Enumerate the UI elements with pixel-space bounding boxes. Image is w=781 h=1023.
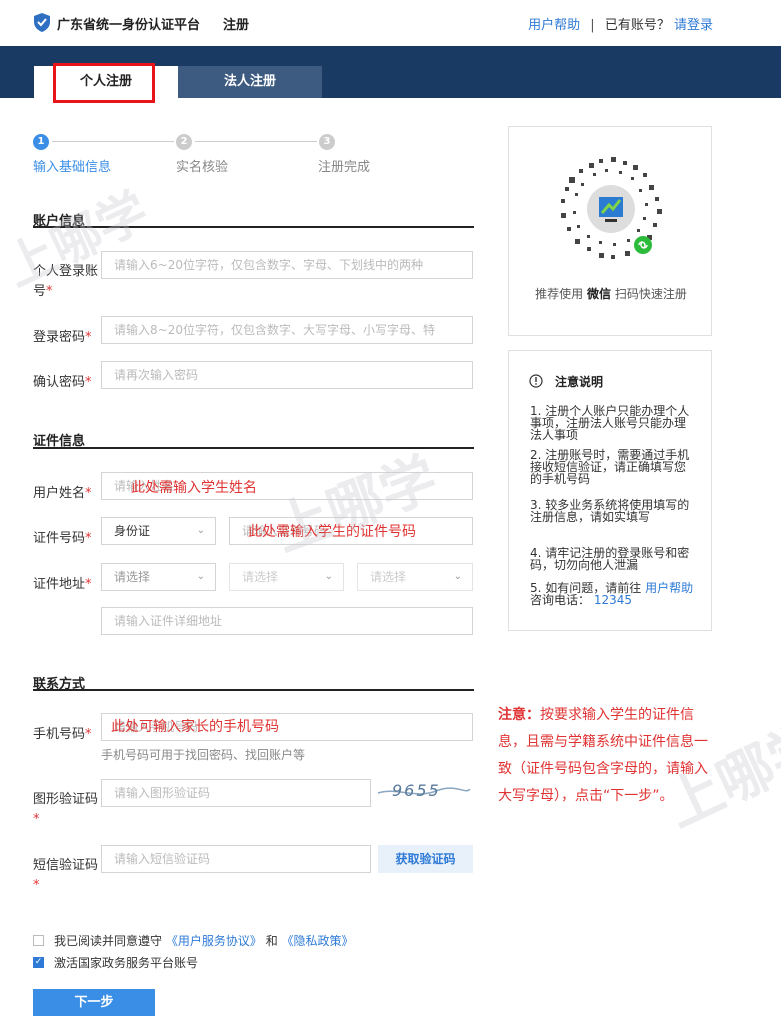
- login-link[interactable]: 请登录: [674, 18, 713, 33]
- address-detail-input[interactable]: 请输入证件详细地址: [101, 607, 473, 635]
- service-agreement-link[interactable]: 《用户服务协议》: [166, 934, 262, 948]
- step-1-label: 输入基础信息: [33, 160, 112, 175]
- agree-text: 我已阅读并同意遵守 《用户服务协议》 和 《隐私政策》: [54, 934, 354, 948]
- step-connector: [52, 141, 174, 142]
- privacy-policy-link[interactable]: 《隐私政策》: [282, 934, 354, 948]
- note-item-3: 3. 较多业务系统将使用填写的注册信息，请如实填写: [530, 498, 690, 524]
- sms-code-input[interactable]: 请输入短信验证码: [101, 845, 371, 873]
- captcha-image[interactable]: 9655: [376, 779, 472, 805]
- user-name-annotation: 此处需输入学生姓名: [131, 480, 257, 496]
- qr-caption: 推荐使用 微信 扫码快速注册: [535, 287, 687, 301]
- step-2-label: 实名核验: [176, 160, 229, 175]
- captcha-text: 9655: [392, 781, 441, 800]
- help-link[interactable]: 用户帮助: [645, 581, 693, 595]
- section-divider: [33, 447, 474, 449]
- captcha-input[interactable]: 请输入图形验证码: [101, 779, 371, 807]
- page-subtitle: 注册: [223, 18, 250, 33]
- step-3-label: 注册完成: [318, 160, 371, 175]
- sms-label: 短信验证码 *: [33, 858, 99, 893]
- city-select[interactable]: 请选择 ⌄: [229, 563, 344, 591]
- cert-address-label: 证件地址*: [33, 577, 92, 592]
- note-item-1: 1. 注册个人账户只能办理个人事项，注册法人账号只能办理法人事项: [530, 404, 690, 442]
- red-annotation-note: 注意：按要求输入学生的证件信息，且需与学籍系统中证件信息一致（证件号码包含字母的…: [498, 707, 708, 804]
- step-connector: [195, 141, 317, 142]
- cert-number-annotation: 此处需输入学生的证件号码: [248, 524, 416, 540]
- activate-text: 激活国家政务服务平台账号: [54, 956, 199, 970]
- user-help-link[interactable]: 用户帮助: [528, 18, 580, 33]
- info-icon: [529, 374, 543, 388]
- password-label: 登录密码*: [33, 330, 92, 345]
- top-header: 广东省统一身份认证平台 注册 用户帮助 | 已有账号？ 请登录: [0, 0, 781, 46]
- district-select[interactable]: 请选择 ⌄: [357, 563, 473, 591]
- login-account-label: 个人登录账号*: [33, 264, 99, 299]
- section-divider: [33, 226, 474, 228]
- phone-annotation: 此处可输入家长的手机号码: [111, 719, 279, 735]
- hotline-number: 12345: [593, 593, 633, 607]
- shield-logo-icon: [34, 13, 50, 32]
- note-item-2: 2. 注册账号时，需要通过手机接收短信验证，请正确填写您的手机号码: [530, 448, 690, 486]
- step-2-circle: 2: [176, 134, 192, 150]
- next-step-button[interactable]: 下一步: [33, 989, 155, 1016]
- cert-type-select[interactable]: 身份证 ⌄: [101, 517, 216, 545]
- captcha-label: 图形验证码 *: [33, 792, 99, 827]
- chevron-down-icon: ⌄: [196, 525, 205, 536]
- phone-hint: 手机号码可用于找回密码、找回账户等: [101, 748, 306, 762]
- platform-title: 广东省统一身份认证平台: [57, 18, 201, 33]
- agree-checkbox[interactable]: [33, 935, 44, 946]
- note-item-5: 5. 如有问题，请前往 用户帮助 咨询电话： 12345: [530, 581, 694, 607]
- confirm-password-label: 确认密码*: [33, 375, 92, 390]
- step-1-circle: 1: [33, 134, 49, 150]
- watermark: 上哪学: [265, 445, 446, 565]
- chevron-down-icon: ⌄: [196, 571, 205, 582]
- header-separator: |: [590, 18, 595, 33]
- step-3-circle: 3: [319, 134, 335, 150]
- header-right: 用户帮助 | 已有账号？ 请登录: [528, 14, 713, 33]
- user-name-label: 用户姓名*: [33, 486, 92, 501]
- login-account-input[interactable]: 请输入6~20位字符，仅包含数字、字母、下划线中的两种: [101, 251, 473, 279]
- qr-panel: 推荐使用 微信 扫码快速注册: [508, 126, 712, 336]
- password-input[interactable]: 请输入8~20位字符，仅包含数字、大写字母、小写字母、特: [101, 316, 473, 344]
- highlight-box: [53, 63, 155, 103]
- tab-legal-register[interactable]: 法人注册: [178, 66, 322, 98]
- province-select[interactable]: 请选择 ⌄: [101, 563, 216, 591]
- cert-number-label: 证件号码*: [33, 531, 92, 546]
- section-divider: [33, 689, 474, 691]
- confirm-password-input[interactable]: 请再次输入密码: [101, 361, 473, 389]
- chevron-down-icon: ⌄: [453, 571, 462, 582]
- chevron-down-icon: ⌄: [324, 571, 333, 582]
- have-account-text: 已有账号？: [604, 18, 670, 33]
- note-item-4: 4. 请牢记注册的登录账号和密码，切勿向他人泄漏: [530, 546, 690, 572]
- activate-checkbox[interactable]: ✓: [33, 957, 44, 968]
- notes-panel: 注意说明 1. 注册个人账户只能办理个人事项，注册法人账号只能办理法人事项 2.…: [508, 350, 712, 631]
- notes-title: 注意说明: [555, 375, 604, 389]
- phone-label: 手机号码*: [33, 727, 92, 742]
- wechat-qr-code-icon: [553, 151, 669, 267]
- get-sms-code-button[interactable]: 获取验证码: [378, 845, 473, 873]
